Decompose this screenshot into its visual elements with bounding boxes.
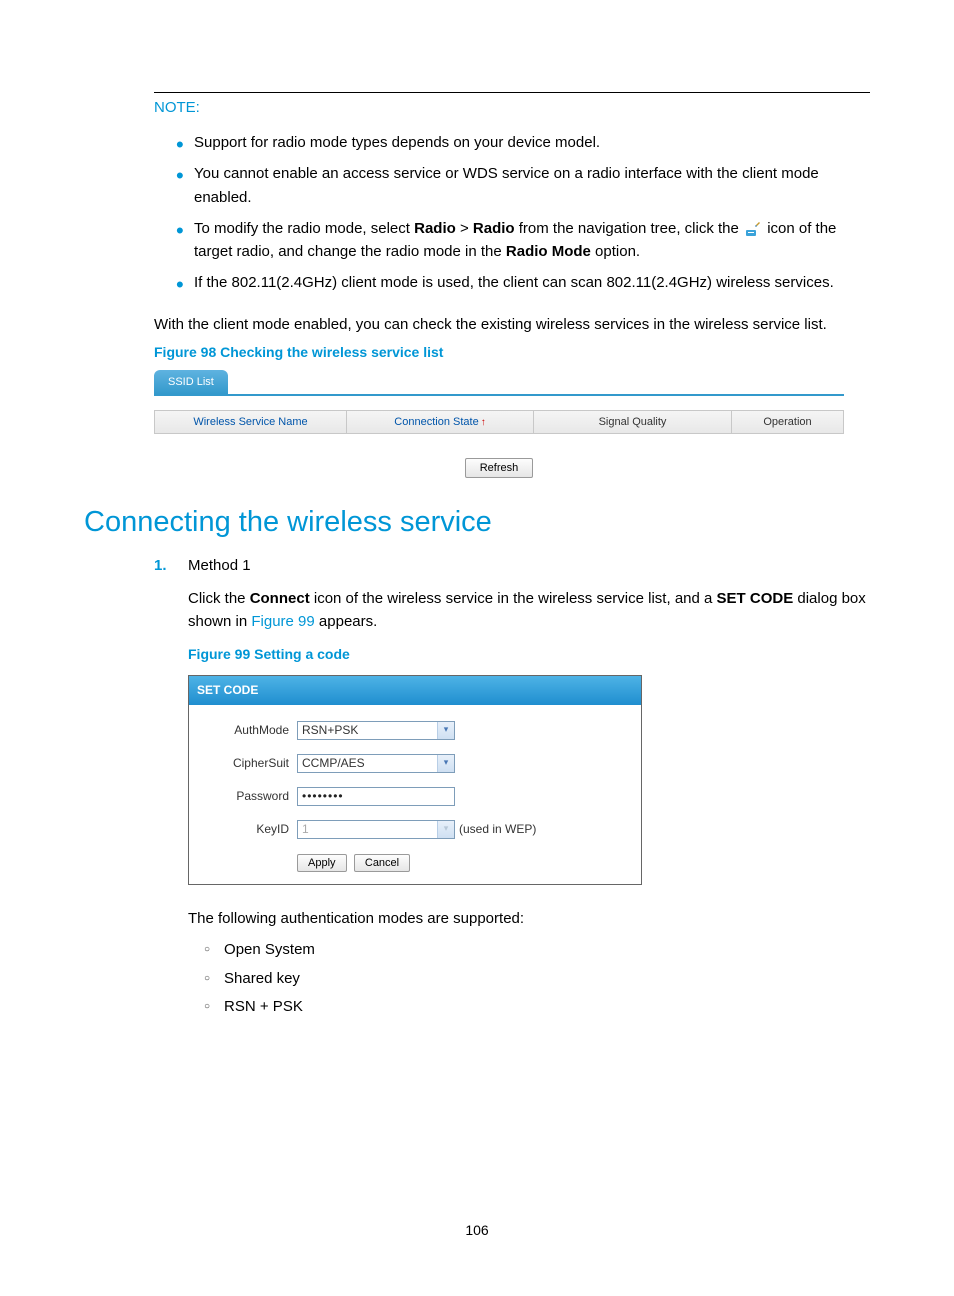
column-header-state[interactable]: Connection State↑ xyxy=(347,411,534,433)
chevron-down-icon: ▾ xyxy=(437,722,454,739)
keyid-label: KeyID xyxy=(203,820,297,839)
auth-modes-list: Open System Shared key RSN + PSK xyxy=(188,936,870,1022)
step-paragraph: Click the Connect icon of the wireless s… xyxy=(188,587,870,634)
table-header: Wireless Service Name Connection State↑ … xyxy=(154,410,844,434)
cancel-button[interactable]: Cancel xyxy=(354,854,410,872)
password-label: Password xyxy=(203,787,297,806)
authmode-label: AuthMode xyxy=(203,721,297,740)
column-header-operation[interactable]: Operation xyxy=(732,411,843,433)
apply-button[interactable]: Apply xyxy=(297,854,347,872)
note-bullet: To modify the radio mode, select Radio >… xyxy=(176,217,870,264)
list-item: RSN + PSK xyxy=(204,993,870,1022)
section-heading: Connecting the wireless service xyxy=(84,506,870,539)
keyid-select[interactable]: 1 ▾ xyxy=(297,820,455,839)
text: appears. xyxy=(315,613,378,630)
text: option. xyxy=(591,243,640,260)
bold-text: SET CODE xyxy=(717,590,794,607)
note-bullet: You cannot enable an access service or W… xyxy=(176,162,870,209)
form-row-ciphersuit: CipherSuit CCMP/AES ▾ xyxy=(203,754,627,773)
chevron-down-icon: ▾ xyxy=(437,755,454,772)
text: Click the xyxy=(188,590,250,607)
tab-row: SSID List xyxy=(154,370,844,396)
divider xyxy=(154,92,870,93)
bold-text: Connect xyxy=(250,590,310,607)
tab-ssid-list[interactable]: SSID List xyxy=(154,370,228,394)
text: > xyxy=(456,220,473,237)
page: NOTE: Support for radio mode types depen… xyxy=(0,0,954,1278)
authmode-select[interactable]: RSN+PSK ▾ xyxy=(297,721,455,740)
paragraph: With the client mode enabled, you can ch… xyxy=(154,313,870,336)
column-header-signal[interactable]: Signal Quality xyxy=(534,411,732,433)
refresh-row: Refresh xyxy=(154,458,844,478)
password-input[interactable]: •••••••• xyxy=(297,787,455,806)
bold-text: Radio xyxy=(414,220,456,237)
chevron-down-icon: ▾ xyxy=(437,821,454,838)
ciphersuit-select[interactable]: CCMP/AES ▾ xyxy=(297,754,455,773)
column-header-name[interactable]: Wireless Service Name xyxy=(155,411,347,433)
keyid-value: 1 xyxy=(302,820,309,839)
set-code-dialog: SET CODE AuthMode RSN+PSK ▾ CipherSuit xyxy=(188,675,642,885)
page-number: 106 xyxy=(84,1222,870,1238)
text: To modify the radio mode, select xyxy=(194,220,414,237)
dialog-buttons: Apply Cancel xyxy=(203,853,627,872)
paragraph: The following authentication modes are s… xyxy=(188,907,870,930)
step-number: 1. xyxy=(154,554,188,1022)
list-item: Open System xyxy=(204,936,870,965)
dialog-title: SET CODE xyxy=(189,676,641,705)
form-row-keyid: KeyID 1 ▾ (used in WEP) xyxy=(203,820,627,839)
dialog-body: AuthMode RSN+PSK ▾ CipherSuit CCMP/AES ▾ xyxy=(189,705,641,884)
keyid-note: (used in WEP) xyxy=(459,820,536,839)
figure-caption: Figure 99 Setting a code xyxy=(188,644,870,666)
password-value: •••••••• xyxy=(302,787,344,806)
step-title: Method 1 xyxy=(188,554,870,577)
step: 1. Method 1 Click the Connect icon of th… xyxy=(154,554,870,1022)
steps-list: 1. Method 1 Click the Connect icon of th… xyxy=(154,554,870,1022)
note-bullet: Support for radio mode types depends on … xyxy=(176,131,870,154)
list-item: Shared key xyxy=(204,965,870,994)
step-body: Method 1 Click the Connect icon of the w… xyxy=(188,554,870,1022)
note-list: Support for radio mode types depends on … xyxy=(154,131,870,295)
refresh-button[interactable]: Refresh xyxy=(465,458,534,478)
bold-text: Radio xyxy=(473,220,515,237)
text: icon of the wireless service in the wire… xyxy=(310,590,717,607)
figure-ref-link[interactable]: Figure 99 xyxy=(251,613,314,630)
form-row-password: Password •••••••• xyxy=(203,787,627,806)
authmode-value: RSN+PSK xyxy=(302,721,358,740)
edit-icon xyxy=(745,221,761,237)
column-header-state-label: Connection State xyxy=(394,416,478,428)
figure-caption: Figure 98 Checking the wireless service … xyxy=(154,344,870,360)
sort-arrow-icon: ↑ xyxy=(481,417,486,428)
note-label: NOTE: xyxy=(154,99,870,116)
note-bullet: If the 802.11(2.4GHz) client mode is use… xyxy=(176,271,870,294)
form-row-authmode: AuthMode RSN+PSK ▾ xyxy=(203,721,627,740)
ciphersuit-label: CipherSuit xyxy=(203,754,297,773)
ciphersuit-value: CCMP/AES xyxy=(302,754,365,773)
bold-text: Radio Mode xyxy=(506,243,591,260)
text: from the navigation tree, click the xyxy=(515,220,743,237)
ssid-list-figure: SSID List Wireless Service Name Connecti… xyxy=(154,370,844,478)
